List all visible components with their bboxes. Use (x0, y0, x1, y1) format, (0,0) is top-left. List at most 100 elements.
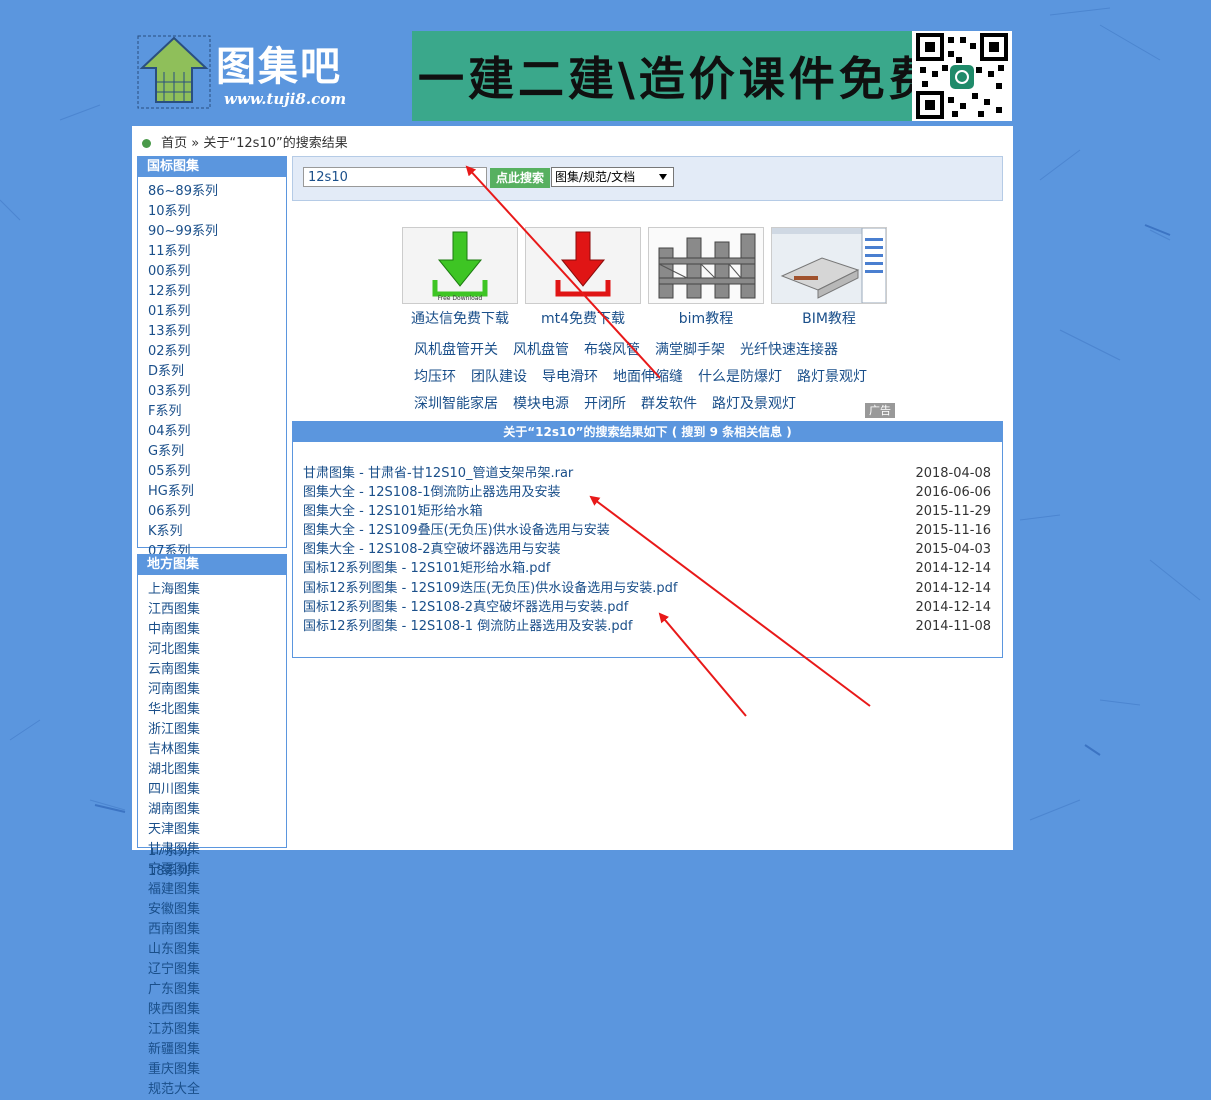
sidebar-link[interactable]: 规范大全 (148, 1080, 220, 1100)
result-date: 2016-06-06 (915, 485, 991, 501)
result-row: 国标12系列图集 - 12S108-2真空破坏器选用与安装.pdf 2014-12… (303, 598, 993, 617)
sidebar-link[interactable]: 天津图集 (148, 820, 220, 840)
tile-bim-course[interactable]: BIM教程 (771, 227, 887, 328)
site-header: 图集吧 www.tuji8.com 一建二建\造价课件免费 (132, 28, 1013, 124)
result-link[interactable]: 图集大全 - 12S109叠压(无负压)供水设备选用与安装 (303, 523, 610, 538)
sidebar-link[interactable]: 江西图集 (148, 600, 220, 620)
sidebar-link[interactable]: 辽宁图集 (148, 960, 220, 980)
sidebar-link[interactable]: 安徽图集 (148, 900, 220, 920)
tile-tdx-download[interactable]: Free Download 通达信免费下载 (402, 227, 518, 328)
result-link[interactable]: 国标12系列图集 - 12S109迭压(无负压)供水设备选用与安装.pdf (303, 581, 677, 596)
result-link[interactable]: 甘肃图集 - 甘肃省-甘12S10_管道支架吊架.rar (303, 466, 573, 481)
red-download-arrow-icon (525, 227, 641, 304)
sidebar-link[interactable]: 04系列 (148, 422, 220, 442)
sidebar-link[interactable]: 05系列 (148, 462, 220, 482)
sidebar-link[interactable]: 华北图集 (148, 700, 220, 720)
site-logo[interactable]: 图集吧 www.tuji8.com (132, 28, 362, 118)
keyword-link[interactable]: 光纤快速连接器 (740, 342, 838, 358)
sidebar-link[interactable]: 10系列 (148, 202, 220, 222)
sidebar-link[interactable]: 江苏图集 (148, 1020, 220, 1040)
sidebar-link[interactable]: HG系列 (148, 482, 220, 502)
sidebar-link[interactable]: G系列 (148, 442, 220, 462)
result-row: 图集大全 - 12S101矩形给水箱 2015-11-29 (303, 502, 993, 521)
breadcrumb-home[interactable]: 首页 (161, 136, 187, 151)
sidebar-link[interactable]: F系列 (148, 402, 220, 422)
keyword-link[interactable]: 布袋风管 (584, 342, 640, 358)
keyword-link[interactable]: 满堂脚手架 (655, 342, 725, 358)
result-link[interactable]: 图集大全 - 12S101矩形给水箱 (303, 504, 483, 519)
sidebar-link[interactable]: 03系列 (148, 382, 220, 402)
keyword-link[interactable]: 地面伸缩缝 (613, 369, 683, 385)
keyword-link[interactable]: 风机盘管 (513, 342, 569, 358)
tile-bim-tutorial[interactable]: bim教程 (648, 227, 764, 328)
result-row: 图集大全 - 12S108-2真空破坏器选用与安装 2015-04-03 (303, 540, 993, 559)
keyword-link[interactable]: 团队建设 (471, 369, 527, 385)
keyword-link[interactable]: 什么是防爆灯 (698, 369, 782, 385)
keyword-link[interactable]: 路灯景观灯 (797, 369, 867, 385)
result-link[interactable]: 图集大全 - 12S108-1倒流防止器选用及安装 (303, 485, 561, 500)
result-date: 2018-04-08 (915, 466, 991, 481)
search-button[interactable]: 点此搜索 (490, 168, 550, 188)
sidebar-link[interactable]: D系列 (148, 362, 220, 382)
search-input[interactable]: 12s10 (303, 167, 487, 187)
banner-text: 一建二建\造价课件免费 (418, 52, 912, 106)
result-link[interactable]: 国标12系列图集 - 12S108-2真空破坏器选用与安装.pdf (303, 600, 628, 615)
sidebar-link[interactable]: 11系列 (148, 242, 220, 262)
results-list: 甘肃图集 - 甘肃省-甘12S10_管道支架吊架.rar 2018-04-08 图集… (303, 464, 993, 636)
sidebar-link[interactable]: 甘肃图集 (148, 840, 220, 860)
sidebar-link[interactable]: 湖北图集 (148, 760, 220, 780)
sidebar-link[interactable]: 重庆图集 (148, 1060, 220, 1080)
qr-code-icon (912, 31, 1012, 121)
banner-ad[interactable]: 一建二建\造价课件免费 (412, 31, 912, 121)
keyword-link[interactable]: 导电滑环 (542, 369, 598, 385)
sidebar-link[interactable]: 06系列 (148, 502, 220, 522)
keyword-link[interactable]: 路灯及景观灯 (712, 396, 796, 412)
result-link[interactable]: 国标12系列图集 - 12S101矩形给水箱.pdf (303, 561, 550, 576)
category-select[interactable]: 图集/规范/文档 (551, 167, 674, 187)
sidebar-link[interactable]: 湖南图集 (148, 800, 220, 820)
sidebar-link[interactable]: 河南图集 (148, 680, 220, 700)
result-link[interactable]: 国标12系列图集 - 12S108-1 倒流防止器选用及安装.pdf (303, 619, 632, 634)
keyword-link[interactable]: 深圳智能家居 (414, 396, 498, 412)
tile-mt4-download[interactable]: mt4免费下载 (525, 227, 641, 328)
sidebar-link[interactable]: 浙江图集 (148, 720, 220, 740)
sidebar-link[interactable]: 86~89系列 (148, 182, 220, 202)
tile-label: BIM教程 (802, 311, 856, 327)
sidebar-link[interactable]: 河北图集 (148, 640, 220, 660)
sidebar-link[interactable]: 00系列 (148, 262, 220, 282)
sidebar-link[interactable]: 中南图集 (148, 620, 220, 640)
main-content: 首页 » 关于“12s10”的搜索结果 国标图集 86~89系列 10系列 90~9… (132, 126, 1013, 1097)
sidebar-link[interactable]: 宁夏图集 (148, 860, 220, 880)
sidebar-link[interactable]: 02系列 (148, 342, 220, 362)
sidebar-link[interactable]: 四川图集 (148, 780, 220, 800)
keyword-link[interactable]: 群发软件 (641, 396, 697, 412)
sidebar-link[interactable]: 吉林图集 (148, 740, 220, 760)
sidebar-link[interactable]: 90~99系列 (148, 222, 220, 242)
sidebar-link[interactable]: 福建图集 (148, 880, 220, 900)
keyword-link[interactable]: 开闭所 (584, 396, 626, 412)
sidebar-link[interactable]: 山东图集 (148, 940, 220, 960)
local-atlas-list: 上海图集 江西图集 中南图集 河北图集 云南图集 河南图集 华北图集 浙江图集 吉林图集 湖北图集… (138, 575, 286, 1100)
sidebar-link[interactable]: 新疆图集 (148, 1040, 220, 1060)
keyword-link[interactable]: 风机盘管开关 (414, 342, 498, 358)
keyword-links-row-3: 深圳智能家居 模块电源 开闭所 群发软件 路灯及景观灯 (414, 393, 811, 413)
result-link[interactable]: 图集大全 - 12S108-2真空破坏器选用与安装 (303, 542, 561, 557)
search-bar: 12s10 点此搜索 图集/规范/文档 (292, 156, 1003, 201)
sidebar-link[interactable]: 12系列 (148, 282, 220, 302)
sidebar-link[interactable]: K系列 (148, 522, 220, 542)
sidebar-link[interactable]: 01系列 (148, 302, 220, 322)
sidebar-link[interactable]: 13系列 (148, 322, 220, 342)
result-date: 2015-04-03 (915, 542, 991, 558)
result-date: 2014-12-14 (915, 580, 991, 596)
result-row: 图集大全 - 12S108-1倒流防止器选用及安装 2016-06-06 (303, 483, 993, 502)
sidebar-link[interactable]: 广东图集 (148, 980, 220, 1000)
sidebar-link[interactable]: 上海图集 (148, 580, 220, 600)
national-atlas-panel: 国标图集 86~89系列 10系列 90~99系列 11系列 00系列 12系列 01系列 1… (137, 156, 287, 879)
sidebar-link[interactable]: 云南图集 (148, 660, 220, 680)
keyword-link[interactable]: 均压环 (414, 369, 456, 385)
keyword-link[interactable]: 模块电源 (513, 396, 569, 412)
tile-label: bim教程 (678, 311, 734, 327)
sidebar-link[interactable]: 西南图集 (148, 920, 220, 940)
steel-structure-icon (648, 227, 764, 304)
sidebar-link[interactable]: 陕西图集 (148, 1000, 220, 1020)
